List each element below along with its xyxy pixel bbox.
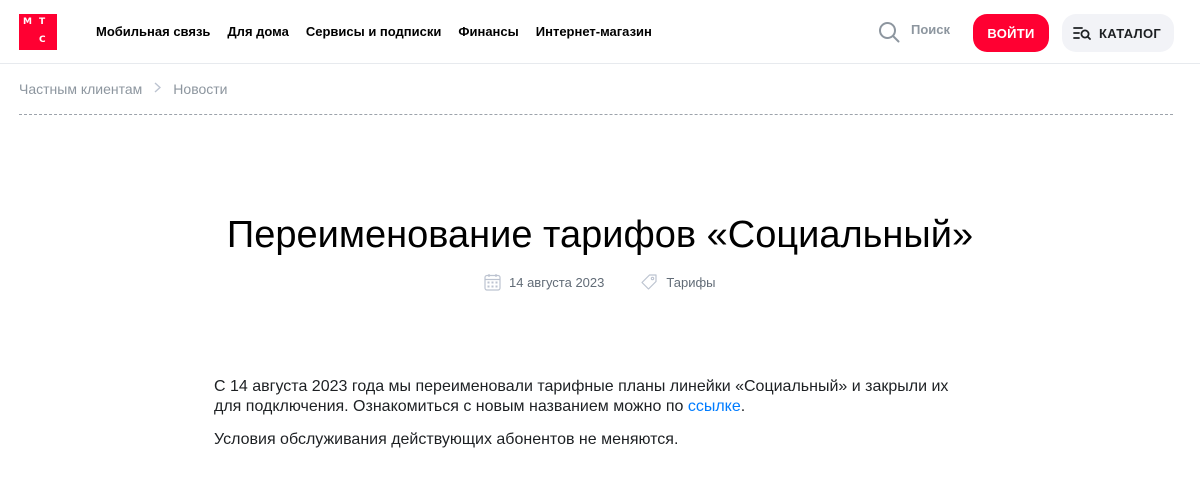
chevron-right-icon (154, 80, 162, 98)
paragraph-1-text: С 14 августа 2023 года мы переименовали … (214, 378, 949, 415)
article-title: Переименование тарифов «Социальный» (226, 214, 974, 256)
paragraph-1-end: . (740, 398, 746, 415)
login-button[interactable]: ВОЙТИ (973, 14, 1049, 52)
catalog-icon (1073, 27, 1091, 40)
article-paragraph-2: Условия обслуживания действующих абонент… (214, 431, 679, 448)
logo-letter-t: Т (39, 17, 46, 27)
nav-mobile[interactable]: Мобильная связь (96, 24, 210, 40)
logo-letter-m: М (23, 17, 32, 27)
nav-shop[interactable]: Интернет-магазин (536, 24, 652, 40)
nav-home[interactable]: Для дома (227, 24, 288, 40)
breadcrumb-divider (19, 114, 1173, 115)
tariffs-link[interactable]: ссылке (688, 398, 741, 415)
main-nav: Мобильная связь Для дома Сервисы и подпи… (96, 24, 652, 40)
article-date: 14 августа 2023 (509, 274, 605, 290)
logo-letter-s: С (39, 35, 46, 45)
catalog-button[interactable]: КАТАЛОГ (1062, 14, 1174, 52)
article-tag[interactable]: Тарифы (666, 275, 715, 290)
article-paragraph-1: С 14 августа 2023 года мы переименовали … (214, 377, 974, 417)
breadcrumb-private-clients[interactable]: Частным клиентам (19, 80, 142, 98)
mts-logo[interactable]: М Т С (19, 14, 57, 50)
breadcrumb: Частным клиентам Новости (19, 80, 228, 98)
search-button[interactable]: Поиск (878, 21, 950, 43)
nav-services[interactable]: Сервисы и подписки (306, 24, 442, 40)
nav-finance[interactable]: Финансы (458, 24, 518, 40)
catalog-label: КАТАЛОГ (1099, 25, 1162, 41)
calendar-icon (484, 274, 501, 291)
article-body: С 14 августа 2023 года мы переименовали … (214, 377, 974, 463)
search-icon (879, 22, 900, 43)
tag-icon (641, 274, 657, 290)
search-label: Поиск (911, 22, 951, 37)
breadcrumb-news[interactable]: Новости (173, 80, 227, 98)
article-meta: 14 августа 2023 Тарифы (484, 273, 716, 291)
site-header: М Т С Мобильная связь Для дома Сервисы и… (0, 0, 1200, 64)
